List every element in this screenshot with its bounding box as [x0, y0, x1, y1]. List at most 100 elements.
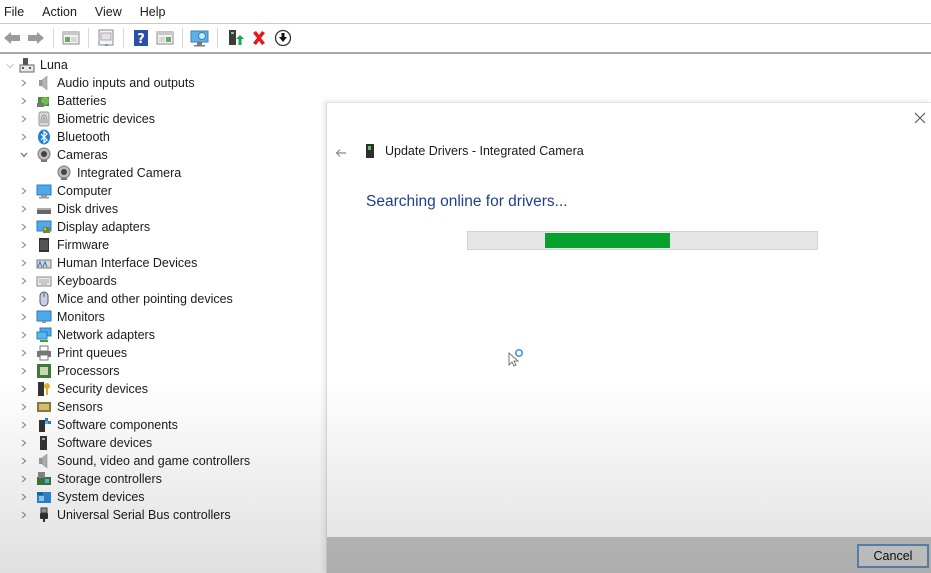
scan-hardware-changes-icon — [190, 30, 209, 46]
chevron-down-icon[interactable]: ⌵ — [4, 59, 16, 71]
chevron-right-icon[interactable] — [18, 293, 30, 305]
chevron-right-icon[interactable] — [18, 455, 30, 467]
chevron-right-icon[interactable] — [18, 491, 30, 503]
chevron-right-icon[interactable] — [18, 185, 30, 197]
tree-item[interactable]: Storage controllers — [18, 470, 162, 488]
tree-item[interactable]: Sound, video and game controllers — [18, 452, 250, 470]
tree-item-label: Human Interface Devices — [57, 256, 198, 270]
tree-item[interactable]: Cameras — [18, 146, 108, 164]
menu-help[interactable]: Help — [136, 0, 174, 24]
chevron-right-icon[interactable] — [18, 221, 30, 233]
close-button[interactable] — [914, 111, 928, 125]
chevron-right-icon[interactable] — [18, 419, 30, 431]
toolbar-divider — [0, 52, 931, 54]
forward-icon — [28, 31, 44, 44]
webcam-icon — [36, 147, 52, 163]
tree-item[interactable]: Disk drives — [18, 200, 118, 218]
tree-item[interactable]: Print queues — [18, 344, 127, 362]
status-heading: Searching online for drivers... — [366, 193, 568, 210]
hid-icon — [36, 255, 52, 271]
chevron-right-icon[interactable] — [18, 113, 30, 125]
device-tree: ⌵ Luna Audio inputs and outputs Batteries… — [0, 55, 326, 573]
storage-controller-icon — [36, 471, 52, 487]
close-icon — [914, 112, 926, 124]
chevron-right-icon[interactable] — [18, 311, 30, 323]
tree-item[interactable]: Processors — [18, 362, 120, 380]
chevron-right-icon[interactable] — [18, 239, 30, 251]
tree-item[interactable]: Software devices — [18, 434, 152, 452]
tree-item-label: Keyboards — [57, 274, 117, 288]
tree-item[interactable]: Bluetooth — [18, 128, 110, 146]
display-adapter-icon — [36, 219, 52, 235]
speaker-icon — [36, 453, 52, 469]
tree-item[interactable]: Network adapters — [18, 326, 155, 344]
tree-child-item[interactable]: Integrated Camera — [38, 164, 181, 182]
uninstall-device-button[interactable] — [248, 27, 270, 49]
tree-item[interactable]: Batteries — [18, 92, 106, 110]
menu-action[interactable]: Action — [38, 0, 85, 24]
tree-item[interactable]: Biometric devices — [18, 110, 155, 128]
tree-item[interactable]: Firmware — [18, 236, 109, 254]
tree-item-label: Processors — [57, 364, 120, 378]
chevron-down-icon[interactable] — [18, 149, 30, 161]
disable-device-button[interactable] — [272, 27, 294, 49]
tree-item-label: Print queues — [57, 346, 128, 360]
tree-item[interactable]: Human Interface Devices — [18, 254, 197, 272]
tree-item-label: Disk drives — [57, 202, 119, 216]
chevron-right-icon[interactable] — [18, 365, 30, 377]
chevron-right-icon[interactable] — [18, 401, 30, 413]
chevron-right-icon[interactable] — [18, 329, 30, 341]
show-hide-console-tree-button[interactable] — [60, 27, 82, 49]
tree-item[interactable]: Sensors — [18, 398, 103, 416]
chevron-right-icon[interactable] — [18, 131, 30, 143]
tree-item[interactable]: Audio inputs and outputs — [18, 74, 195, 92]
chevron-right-icon[interactable] — [18, 95, 30, 107]
menu-file[interactable]: File — [0, 0, 32, 24]
tree-item-label: Mice and other pointing devices — [57, 292, 233, 306]
back-button[interactable] — [1, 27, 23, 49]
tree-item[interactable]: System devices — [18, 488, 145, 506]
toolbar: ? — [0, 24, 931, 51]
menu-view[interactable]: View — [91, 0, 130, 24]
chevron-right-icon[interactable] — [18, 77, 30, 89]
toolbar-separator — [53, 27, 54, 48]
tree-root[interactable]: ⌵ Luna — [4, 56, 68, 74]
chevron-right-icon[interactable] — [18, 203, 30, 215]
chevron-right-icon[interactable] — [18, 437, 30, 449]
tree-item[interactable]: Computer — [18, 182, 112, 200]
svg-text:?: ? — [137, 32, 145, 47]
tree-item-label: Sensors — [57, 400, 103, 414]
chevron-right-icon[interactable] — [18, 473, 30, 485]
chevron-right-icon[interactable] — [18, 509, 30, 521]
tree-item[interactable]: Security devices — [18, 380, 148, 398]
tree-item[interactable]: Software components — [18, 416, 178, 434]
chevron-right-icon[interactable] — [18, 257, 30, 269]
tree-item[interactable]: Mice and other pointing devices — [18, 290, 233, 308]
tree-item-label: Monitors — [57, 310, 105, 324]
tree-item[interactable]: Universal Serial Bus controllers — [18, 506, 231, 524]
chevron-right-icon[interactable] — [18, 275, 30, 287]
software-component-icon — [36, 417, 52, 433]
cancel-button[interactable]: Cancel — [857, 544, 929, 568]
update-driver-button[interactable] — [224, 27, 246, 49]
tree-item[interactable]: Display adapters — [18, 218, 150, 236]
properties-button[interactable] — [95, 27, 117, 49]
properties-icon — [98, 29, 114, 46]
tree-item-label: Bluetooth — [57, 130, 110, 144]
speaker-icon — [36, 75, 52, 91]
tree-item[interactable]: Keyboards — [18, 272, 117, 290]
tree-item[interactable]: Monitors — [18, 308, 105, 326]
chevron-right-icon[interactable] — [18, 383, 30, 395]
show-action-pane-button[interactable] — [154, 27, 176, 49]
help-button[interactable]: ? — [130, 27, 152, 49]
back-button[interactable] — [335, 145, 347, 157]
chevron-right-icon[interactable] — [18, 347, 30, 359]
keyboard-icon — [36, 273, 52, 289]
toolbar-separator — [182, 27, 183, 48]
dialog-title: Update Drivers - Integrated Camera — [385, 144, 584, 158]
tree-item-label: Storage controllers — [57, 472, 162, 486]
scan-hardware-changes-button[interactable] — [189, 27, 211, 49]
processor-icon — [36, 363, 52, 379]
forward-button[interactable] — [25, 27, 47, 49]
tree-root-label: Luna — [40, 58, 68, 72]
